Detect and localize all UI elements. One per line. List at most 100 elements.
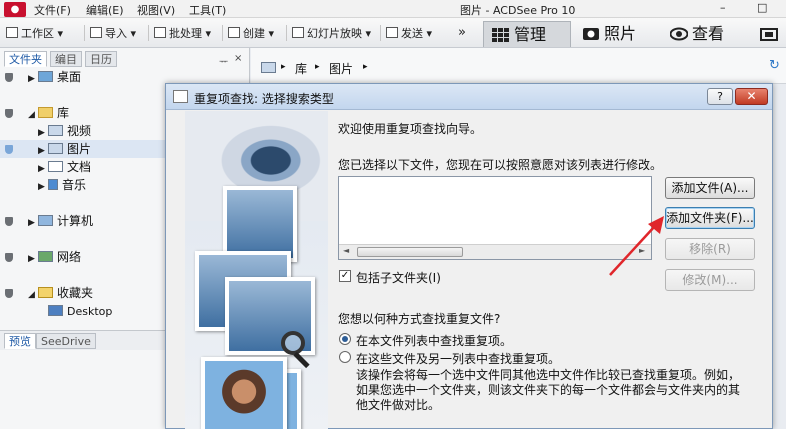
tab-view-label: 查看 (692, 24, 725, 43)
slideshow-label: 幻灯片放映 (307, 27, 362, 40)
tab-preview[interactable]: 预览 (4, 333, 36, 349)
magnifier-icon (281, 331, 305, 355)
tree-label: 音乐 (62, 178, 87, 192)
tab-manage[interactable]: 管理 (483, 21, 571, 47)
tree-label: 计算机 (57, 214, 94, 228)
eye-icon (670, 27, 688, 41)
add-file-button[interactable]: 添加文件(A)... (665, 177, 755, 199)
menu-view[interactable]: 视图(V) (137, 2, 175, 18)
pin-icon[interactable]: ᅲ (219, 53, 228, 68)
tree-label: 收藏夹 (57, 286, 94, 300)
tab-photos-label: 照片 (604, 24, 637, 43)
bullet-icon (5, 145, 13, 154)
batch-icon (154, 27, 166, 38)
tab-photos[interactable]: 照片 (574, 21, 659, 47)
music-icon (48, 179, 58, 190)
add-folder-button[interactable]: 添加文件夹(F)... (665, 207, 755, 229)
breadcrumb-separator[interactable]: ▸ (315, 62, 320, 72)
search-description: 该操作会将每一个选中文件同其他选中文件作比较已查找重复项。例如，如果您选中一个文… (356, 368, 741, 412)
wizard-illustration (185, 111, 328, 429)
create-icon (228, 27, 240, 38)
maximize-button[interactable]: □ (757, 1, 767, 14)
tree-label: 图片 (67, 142, 92, 156)
send-icon (386, 27, 398, 38)
menu-file[interactable]: 文件(F) (34, 2, 71, 18)
tab-seedrive[interactable]: SeeDrive (36, 333, 96, 349)
slideshow-button[interactable]: 幻灯片放映 ▾ (292, 25, 371, 41)
develop-icon (760, 28, 778, 41)
photos-icon (583, 28, 599, 40)
tab-folders[interactable]: 文件夹 (4, 51, 47, 67)
tab-view[interactable]: 查看 (662, 21, 748, 47)
dialog-icon (173, 90, 188, 103)
scroll-left-icon[interactable]: ◄ (343, 246, 349, 255)
desktop-icon (48, 305, 63, 316)
more-button[interactable]: » (458, 25, 466, 40)
menu-edit[interactable]: 编辑(E) (86, 2, 124, 18)
workspace-button[interactable]: 工作区 ▾ (6, 25, 63, 41)
portrait-photo (201, 357, 287, 429)
search-other-list-label: 在这些文件及另一列表中查找重复项。 (356, 352, 561, 366)
search-question: 您想以何种方式查找重复文件? (338, 312, 501, 326)
tree-label: 文档 (67, 160, 92, 174)
toolbar-divider (222, 25, 223, 41)
duplicate-finder-dialog: 重复项查找: 选择搜索类型 ? ✕ 欢迎使用重复项查找向导。 您已选择以下文件，… (165, 83, 773, 429)
batch-button[interactable]: 批处理 ▾ (154, 25, 211, 41)
refresh-icon[interactable]: ↻ (769, 58, 780, 73)
bullet-icon (5, 217, 13, 226)
breadcrumb-separator[interactable]: ▸ (281, 62, 286, 72)
minimize-button[interactable]: – (720, 1, 726, 14)
tree-label: 网络 (57, 250, 82, 264)
welcome-text: 欢迎使用重复项查找向导。 (338, 122, 483, 136)
toolbar-divider (84, 25, 85, 41)
file-list[interactable]: ◄ ► (338, 176, 652, 260)
horizontal-scrollbar[interactable]: ◄ ► (339, 244, 651, 259)
camera-icon[interactable]: ● (4, 2, 26, 17)
breadcrumb-separator[interactable]: ▸ (363, 62, 368, 72)
workspace-icon (6, 27, 18, 38)
create-button[interactable]: 创建 ▾ (228, 25, 274, 41)
main-toolbar: 工作区 ▾ 导入 ▾ 批处理 ▾ 创建 ▾ 幻灯片放映 ▾ 发送 ▾ » 管理 … (0, 18, 786, 48)
slideshow-icon (292, 27, 304, 38)
bullet-icon (5, 73, 13, 82)
toolbar-divider (380, 25, 381, 41)
pictures-icon (261, 62, 276, 73)
workspace-label: 工作区 (21, 27, 54, 40)
import-label: 导入 (105, 27, 127, 40)
expand-arrow-icon[interactable]: ▶ (28, 250, 38, 268)
close-icon[interactable]: × (234, 53, 242, 64)
bullet-icon (5, 253, 13, 262)
breadcrumb: ▸ 库 ▸ 图片 ▸ ↻ (251, 48, 786, 84)
tab-calendar[interactable]: 日历 (85, 51, 117, 67)
breadcrumb-library[interactable]: 库 (295, 60, 307, 77)
modify-button[interactable]: 修改(M)... (665, 269, 755, 291)
menu-tools[interactable]: 工具(T) (189, 2, 226, 18)
search-other-list-radio[interactable] (339, 351, 351, 363)
batch-label: 批处理 (169, 27, 202, 40)
toolbar-divider (148, 25, 149, 41)
pictures-icon (48, 143, 63, 154)
scrollbar-thumb[interactable] (357, 247, 463, 257)
send-button[interactable]: 发送 ▾ (386, 25, 432, 41)
expand-arrow-icon[interactable]: ▶ (28, 70, 38, 88)
import-button[interactable]: 导入 ▾ (90, 25, 136, 41)
breadcrumb-pictures[interactable]: 图片 (329, 60, 353, 77)
expand-arrow-icon[interactable]: ▶ (28, 214, 38, 232)
tab-develop[interactable] (752, 21, 786, 47)
scroll-right-icon[interactable]: ► (639, 246, 645, 255)
library-icon (38, 107, 53, 118)
help-button[interactable]: ? (707, 88, 733, 105)
search-in-list-label: 在本文件列表中查找重复项。 (356, 334, 513, 348)
close-button[interactable]: ✕ (735, 88, 768, 105)
expand-arrow-icon[interactable]: ▶ (38, 178, 48, 196)
prompt-text: 您已选择以下文件，您现在可以按照意愿对该列表进行修改。 (338, 158, 663, 172)
search-in-list-radio[interactable] (339, 333, 351, 345)
window-title: 图片 - ACDSee Pro 10 (460, 4, 576, 17)
remove-button[interactable]: 移除(R) (665, 238, 755, 260)
include-subfolders-label: 包括子文件夹(I) (356, 271, 441, 285)
toolbar-divider (286, 25, 287, 41)
desktop-icon (38, 71, 53, 82)
computer-icon (38, 215, 53, 226)
include-subfolders-checkbox[interactable]: ✓ (339, 270, 351, 282)
tab-catalog[interactable]: 编目 (50, 51, 82, 67)
